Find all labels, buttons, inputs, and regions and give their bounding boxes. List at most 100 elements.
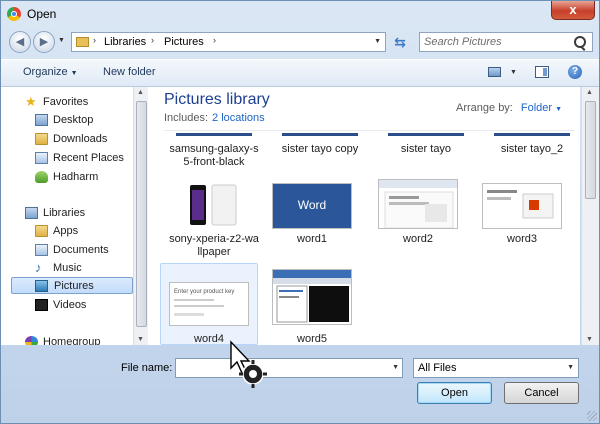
file-item-label: word2 xyxy=(403,233,433,245)
address-bar[interactable]: › Libraries › Pictures › ▼ xyxy=(71,32,386,52)
nav-apps[interactable]: Apps xyxy=(35,223,133,240)
nav-scroll-thumb[interactable] xyxy=(136,101,147,327)
nav-documents-label: Documents xyxy=(53,244,109,256)
view-options-dropdown-icon[interactable]: ▼ xyxy=(510,69,517,76)
file-thumbnail[interactable] xyxy=(378,179,458,229)
nav-music[interactable]: ♪ Music xyxy=(35,260,133,277)
file-thumbnail[interactable] xyxy=(186,181,242,229)
star-icon: ★ xyxy=(25,94,37,109)
breadcrumb-separator-icon[interactable]: › xyxy=(93,35,96,45)
command-bar: Organize ▼ New folder ▼ ? xyxy=(1,59,599,87)
phone-image xyxy=(190,184,237,226)
change-view-icon[interactable] xyxy=(488,67,501,77)
breadcrumb-separator-icon[interactable]: › xyxy=(213,35,216,45)
document-screenshot-image xyxy=(379,180,457,228)
scroll-up-icon[interactable]: ▲ xyxy=(137,89,144,96)
file-item-label[interactable]: word5 xyxy=(262,333,362,345)
file-type-select[interactable]: All Files ▼ xyxy=(413,358,579,378)
program-screenshot-image xyxy=(273,270,351,323)
chrome-icon xyxy=(7,7,21,21)
nav-pictures[interactable]: Pictures xyxy=(11,277,133,294)
music-icon: ♪ xyxy=(35,260,42,275)
scroll-down-icon[interactable]: ▼ xyxy=(137,336,144,343)
thumbnail-edge[interactable] xyxy=(176,133,252,136)
file-item-label[interactable]: sister tayo xyxy=(376,143,476,156)
window-title: Open xyxy=(27,7,57,21)
product-key-image xyxy=(174,299,224,316)
organize-button[interactable]: Organize ▼ xyxy=(23,66,78,78)
file-thumbnail[interactable]: Enter your product key xyxy=(169,282,249,326)
organize-label: Organize xyxy=(23,66,68,78)
file-item-label-line: samsung-galaxy-s xyxy=(169,143,259,155)
nav-favorites[interactable]: ★ Favorites xyxy=(25,94,129,111)
chevron-down-icon[interactable]: ▼ xyxy=(392,364,399,371)
thumbnail-edge[interactable] xyxy=(388,133,464,136)
nav-music-label: Music xyxy=(53,262,82,274)
file-name-input[interactable] xyxy=(179,361,379,375)
file-thumbnail[interactable] xyxy=(482,183,562,229)
breadcrumb-pictures[interactable]: Pictures xyxy=(164,36,204,48)
recent-locations-dropdown-icon[interactable]: ▼ xyxy=(58,37,65,44)
back-button[interactable]: ◀ xyxy=(9,31,31,53)
file-item[interactable]: word3 xyxy=(482,175,580,255)
file-list-scroll-thumb[interactable] xyxy=(585,101,596,199)
address-dropdown-icon[interactable]: ▼ xyxy=(374,38,381,45)
nav-pictures-label: Pictures xyxy=(54,280,94,292)
cancel-button[interactable]: Cancel xyxy=(504,382,579,404)
file-item-label-line: 5-front-black xyxy=(183,156,245,168)
nav-recent-places[interactable]: Recent Places xyxy=(35,150,133,167)
help-icon[interactable]: ? xyxy=(568,65,582,79)
file-item[interactable]: word2 xyxy=(376,175,476,255)
includes-label: Includes: xyxy=(164,112,209,124)
file-item-label[interactable]: samsung-galaxy-s 5-front-black xyxy=(164,143,264,169)
nav-documents[interactable]: Documents xyxy=(35,242,133,259)
search-box[interactable] xyxy=(419,32,593,52)
resize-grip-icon[interactable] xyxy=(587,411,597,421)
locations-link[interactable]: 2 locations xyxy=(212,112,265,124)
file-item-label: word1 xyxy=(297,233,327,245)
open-button[interactable]: Open xyxy=(417,382,492,404)
nav-videos[interactable]: Videos xyxy=(35,297,133,314)
nav-desktop-label: Desktop xyxy=(53,114,94,126)
nav-scrollbar[interactable]: ▲ ▼ xyxy=(133,87,148,345)
file-item-label: sony-xperia-z2-wa llpaper xyxy=(164,233,264,259)
breadcrumb-separator-icon[interactable]: › xyxy=(151,35,154,45)
file-item-label[interactable]: sister tayo_2 xyxy=(482,143,580,156)
office-screenshot-image xyxy=(483,184,561,228)
desktop-icon xyxy=(35,114,48,126)
nav-hadharm[interactable]: Hadharm xyxy=(35,169,133,186)
file-thumbnail[interactable]: Word xyxy=(272,183,352,229)
file-thumbnail[interactable] xyxy=(272,269,352,325)
pictures-icon xyxy=(35,280,48,292)
open-dialog: Open x ◀ ▶ ▼ › Libraries › Pictures › ▼ … xyxy=(0,0,600,424)
search-icon[interactable] xyxy=(574,36,586,48)
file-item[interactable]: sony-xperia-z2-wa llpaper xyxy=(164,175,264,258)
nav-downloads[interactable]: Downloads xyxy=(35,131,133,148)
file-list-scrollbar[interactable]: ▲ ▼ xyxy=(581,87,599,345)
navigation-pane: ★ Favorites Desktop Downloads Recent Pla… xyxy=(1,87,147,345)
user-folder-icon xyxy=(35,171,48,183)
file-item[interactable]: Word word1 xyxy=(270,175,370,255)
file-item-label[interactable]: sister tayo copy xyxy=(270,143,370,156)
chevron-down-icon[interactable]: ▼ xyxy=(555,106,562,113)
arrange-by-value[interactable]: Folder xyxy=(521,102,552,114)
scroll-up-icon[interactable]: ▲ xyxy=(586,89,593,96)
chevron-down-icon[interactable]: ▼ xyxy=(567,364,574,371)
busy-cursor-icon xyxy=(230,340,267,388)
thumbnail-edge[interactable] xyxy=(282,133,358,136)
nav-libraries[interactable]: Libraries xyxy=(25,205,129,222)
new-folder-button[interactable]: New folder xyxy=(103,66,156,78)
scroll-down-icon[interactable]: ▼ xyxy=(586,336,593,343)
refresh-icon[interactable]: ⇆ xyxy=(389,32,411,52)
nav-libraries-label: Libraries xyxy=(43,207,86,219)
nav-desktop[interactable]: Desktop xyxy=(35,112,133,129)
search-input[interactable] xyxy=(424,35,574,49)
preview-pane-icon[interactable] xyxy=(535,66,549,78)
close-button[interactable]: x xyxy=(551,1,595,20)
forward-button[interactable]: ▶ xyxy=(33,31,55,53)
title-bar[interactable]: Open x xyxy=(1,1,599,27)
nav-homegroup[interactable]: Homegroup xyxy=(25,334,129,345)
file-name-combobox[interactable]: ▼ xyxy=(175,358,403,378)
breadcrumb-libraries[interactable]: Libraries xyxy=(104,36,146,48)
thumbnail-edge[interactable] xyxy=(494,133,570,136)
